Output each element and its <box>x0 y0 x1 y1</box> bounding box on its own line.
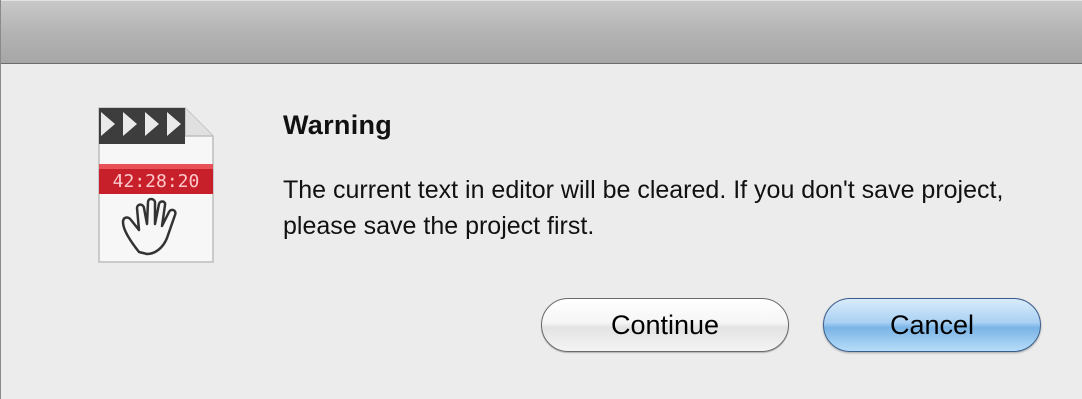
warning-dialog: 42:28:20 Warning The current text in edi… <box>0 0 1082 399</box>
dialog-message: The current text in editor will be clear… <box>283 176 1004 240</box>
dialog-title: Warning <box>283 110 393 140</box>
clapperboard-document-icon: 42:28:20 <box>93 104 217 266</box>
icon-display-text: 42:28:20 <box>113 171 200 192</box>
cancel-button[interactable]: Cancel <box>823 298 1041 352</box>
title-bar[interactable] <box>1 0 1082 64</box>
continue-button[interactable]: Continue <box>541 298 789 352</box>
